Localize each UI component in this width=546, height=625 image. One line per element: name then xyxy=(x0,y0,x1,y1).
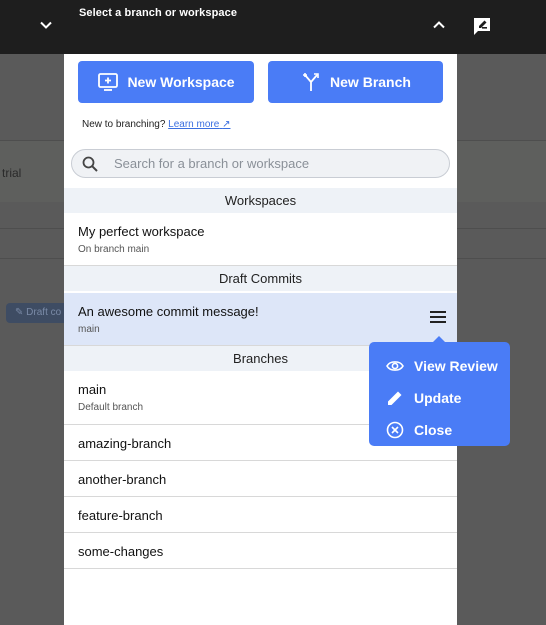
branch-picker-panel: New Workspace New Branch New to branchin… xyxy=(64,54,457,625)
menu-item-view-review[interactable]: View Review xyxy=(369,350,510,382)
branch-item-feature-branch[interactable]: feature-branch xyxy=(64,497,457,533)
compose-icon[interactable] xyxy=(471,15,493,37)
draft-commit-context-menu: View Review Update Close xyxy=(369,336,510,446)
branch-icon xyxy=(303,73,319,91)
new-workspace-label: New Workspace xyxy=(127,74,235,90)
close-circle-icon xyxy=(386,421,404,439)
workspace-item[interactable]: My perfect workspace On branch main xyxy=(64,213,457,266)
draft-commit-item[interactable]: An awesome commit message! main xyxy=(64,293,457,346)
pencil-icon xyxy=(388,391,402,405)
background-pill-label: Draft co xyxy=(26,307,62,318)
workspaces-heading: Workspaces xyxy=(64,188,457,213)
draft-commit-message: An awesome commit message! xyxy=(78,304,259,319)
help-text: New to branching? Learn more ↗ xyxy=(82,119,230,130)
branch-name: another-branch xyxy=(78,472,167,487)
learn-more-link[interactable]: Learn more ↗ xyxy=(168,119,230,130)
search-icon xyxy=(82,156,98,172)
new-workspace-button[interactable]: New Workspace xyxy=(78,61,254,103)
arrow-up-right-icon: ↗ xyxy=(222,119,231,130)
workspace-branch: On branch main xyxy=(78,244,150,255)
eye-icon xyxy=(386,361,404,371)
branch-item-some-changes[interactable]: some-changes xyxy=(64,533,457,569)
branch-name: feature-branch xyxy=(78,508,163,523)
menu-item-update[interactable]: Update xyxy=(369,382,510,414)
background-trial-text: trial xyxy=(2,166,22,180)
branch-item-another-branch[interactable]: another-branch xyxy=(64,461,457,497)
draft-commits-heading: Draft Commits xyxy=(64,266,457,291)
menu-item-label: Close xyxy=(414,422,453,438)
workspace-add-icon xyxy=(98,73,119,91)
new-branch-label: New Branch xyxy=(330,74,411,90)
top-bar: Select a branch or workspace xyxy=(0,0,546,54)
menu-item-close[interactable]: Close xyxy=(369,414,510,446)
search-box xyxy=(71,149,450,178)
draft-commit-branch: main xyxy=(78,324,100,335)
chevron-down-icon[interactable] xyxy=(37,16,55,34)
menu-item-label: Update xyxy=(414,390,462,406)
branch-name: main xyxy=(78,382,107,397)
learn-more-label: Learn more xyxy=(168,119,220,130)
new-branch-button[interactable]: New Branch xyxy=(268,61,443,103)
workspace-name: My perfect workspace xyxy=(78,224,205,239)
branch-subtitle: Default branch xyxy=(78,402,144,413)
menu-item-label: View Review xyxy=(414,358,498,374)
branch-name: amazing-branch xyxy=(78,436,172,451)
help-prompt: New to branching? xyxy=(82,119,166,130)
hamburger-icon[interactable] xyxy=(430,311,448,325)
chevron-up-icon[interactable] xyxy=(430,16,448,34)
branch-name: some-changes xyxy=(78,544,164,559)
search-input[interactable] xyxy=(114,150,434,177)
header-title: Select a branch or workspace xyxy=(79,7,238,19)
